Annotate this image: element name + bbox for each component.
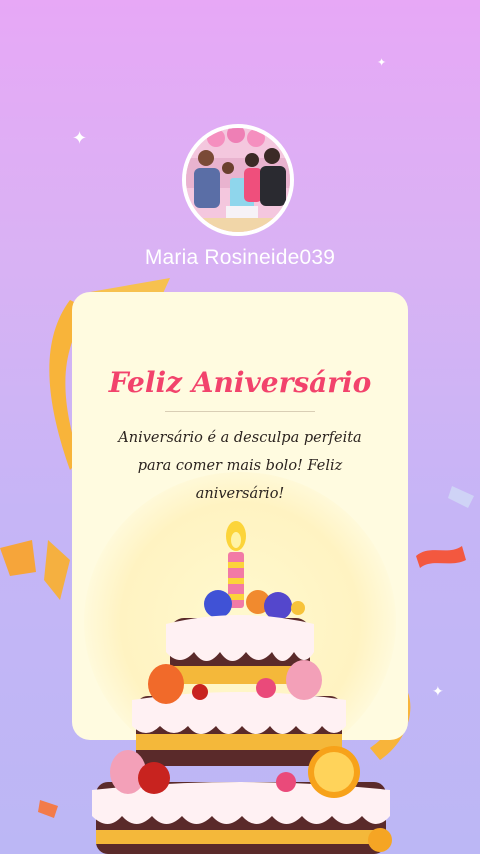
birthday-cake-illustration: [92, 521, 392, 854]
card-message: Aniversário é a desculpa perfeita para c…: [118, 430, 362, 502]
profile-username: Maria Rosineide039: [144, 246, 336, 269]
sparkle-icon: ✦: [377, 56, 387, 69]
title-divider: [165, 411, 315, 412]
card-title: Feliz Aniversário: [108, 366, 372, 399]
profile-avatar[interactable]: [182, 124, 294, 236]
family-photo-image: [186, 128, 290, 232]
sparkle-icon: ✦: [72, 128, 88, 149]
